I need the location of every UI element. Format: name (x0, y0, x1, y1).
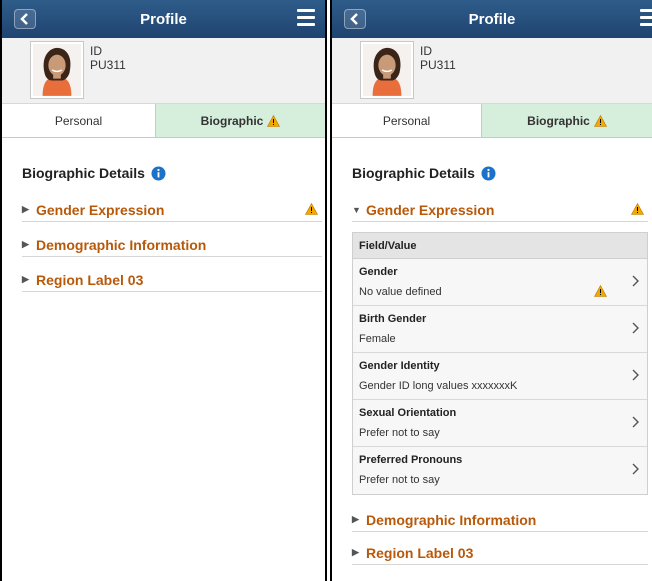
group-label: Demographic Information (366, 511, 537, 528)
caret-right-icon: ▶ (22, 274, 29, 284)
caret-down-icon: ▼ (352, 204, 361, 215)
section-title-text: Biographic Details (352, 165, 475, 181)
left-screen: Profile ID PU311 Personal Biographic Bio… (0, 0, 327, 581)
group-region-label-03[interactable]: ▶ Region Label 03 (22, 268, 322, 292)
caret-right-icon: ▶ (22, 239, 29, 249)
hamburger-menu-icon[interactable] (297, 9, 315, 27)
profile-banner: ID PU311 (2, 38, 325, 104)
id-label: ID (420, 44, 432, 58)
back-button[interactable] (344, 9, 366, 29)
tab-bar: Personal Biographic (2, 104, 325, 138)
group-label: Demographic Information (36, 236, 207, 253)
right-screen: Profile ID PU311 Personal Biographic Bio… (330, 0, 652, 581)
avatar (360, 41, 414, 99)
warning-triangle-icon (593, 114, 607, 127)
tab-label: Biographic (200, 113, 264, 128)
grid-row-sexual-orientation[interactable]: Sexual Orientation Prefer not to say (353, 400, 647, 447)
grid-row-gender[interactable]: Gender No value defined (353, 259, 647, 306)
warning-triangle-icon (305, 203, 318, 215)
warning-triangle-icon (593, 284, 608, 302)
id-label: ID (90, 44, 102, 58)
caret-right-icon: ▶ (22, 204, 29, 214)
section-title: Biographic Details (352, 165, 652, 181)
group-label: Gender Expression (36, 201, 165, 218)
tab-biographic[interactable]: Biographic (482, 104, 652, 137)
tab-biographic[interactable]: Biographic (156, 104, 325, 137)
tab-label: Personal (54, 113, 103, 128)
group-label: Region Label 03 (366, 544, 474, 561)
group-demographic-information[interactable]: ▶ Demographic Information (352, 508, 648, 532)
caret-right-icon: ▶ (352, 514, 359, 524)
section-title-text: Biographic Details (22, 165, 145, 181)
tab-label: Biographic (527, 113, 590, 128)
grid-header: Field/Value (353, 233, 647, 259)
chevron-right-icon (632, 369, 639, 381)
chevron-right-icon (632, 416, 639, 428)
profile-id: ID PU311 (90, 44, 126, 72)
grid-row-preferred-pronouns[interactable]: Preferred Pronouns Prefer not to say (353, 447, 647, 494)
page-title: Profile (468, 10, 516, 28)
tab-bar: Personal Biographic (332, 104, 652, 138)
main-content: Biographic Details ▼ Gender Expression F… (332, 165, 652, 565)
field-value-grid: Field/Value Gender No value defined Birt… (352, 232, 648, 495)
tab-label: Personal (382, 113, 431, 128)
row-field: Birth Gender (359, 313, 427, 325)
row-field: Preferred Pronouns (359, 454, 463, 466)
group-label: Gender Expression (366, 201, 495, 218)
info-icon[interactable] (151, 166, 166, 181)
caret-right-icon: ▶ (352, 547, 359, 557)
row-field: Gender Identity (359, 360, 440, 372)
header-bar: Profile (2, 0, 325, 38)
profile-banner: ID PU311 (332, 38, 652, 104)
grid-row-birth-gender[interactable]: Birth Gender Female (353, 306, 647, 353)
warning-triangle-icon (631, 203, 644, 215)
row-value: Gender ID long values xxxxxxxK (359, 380, 518, 392)
row-value: Female (359, 333, 396, 345)
row-field: Sexual Orientation (359, 407, 457, 419)
avatar (30, 41, 84, 99)
row-value: Prefer not to say (359, 427, 440, 439)
chevron-right-icon (632, 275, 639, 287)
profile-id: ID PU311 (420, 44, 456, 72)
main-content: Biographic Details ▶ Gender Expression ▶… (2, 165, 325, 292)
back-arrow-icon (350, 13, 358, 25)
page-title: Profile (140, 10, 187, 28)
chevron-right-icon (632, 463, 639, 475)
group-label: Region Label 03 (36, 271, 144, 288)
header-bar: Profile (332, 0, 652, 38)
warning-triangle-icon (267, 114, 281, 127)
group-region-label-03[interactable]: ▶ Region Label 03 (352, 541, 648, 565)
group-gender-expression[interactable]: ▼ Gender Expression (352, 198, 648, 222)
section-title: Biographic Details (22, 165, 325, 181)
group-demographic-information[interactable]: ▶ Demographic Information (22, 233, 322, 257)
tab-personal[interactable]: Personal (332, 104, 482, 137)
info-icon[interactable] (481, 166, 496, 181)
back-button[interactable] (14, 9, 36, 29)
chevron-right-icon (632, 322, 639, 334)
id-value: PU311 (420, 58, 456, 72)
tab-personal[interactable]: Personal (2, 104, 156, 137)
id-value: PU311 (90, 58, 126, 72)
row-field: Gender (359, 266, 398, 278)
back-arrow-icon (20, 13, 28, 25)
hamburger-menu-icon[interactable] (640, 9, 652, 27)
row-value: Prefer not to say (359, 474, 440, 486)
grid-row-gender-identity[interactable]: Gender Identity Gender ID long values xx… (353, 353, 647, 400)
group-gender-expression[interactable]: ▶ Gender Expression (22, 198, 322, 222)
